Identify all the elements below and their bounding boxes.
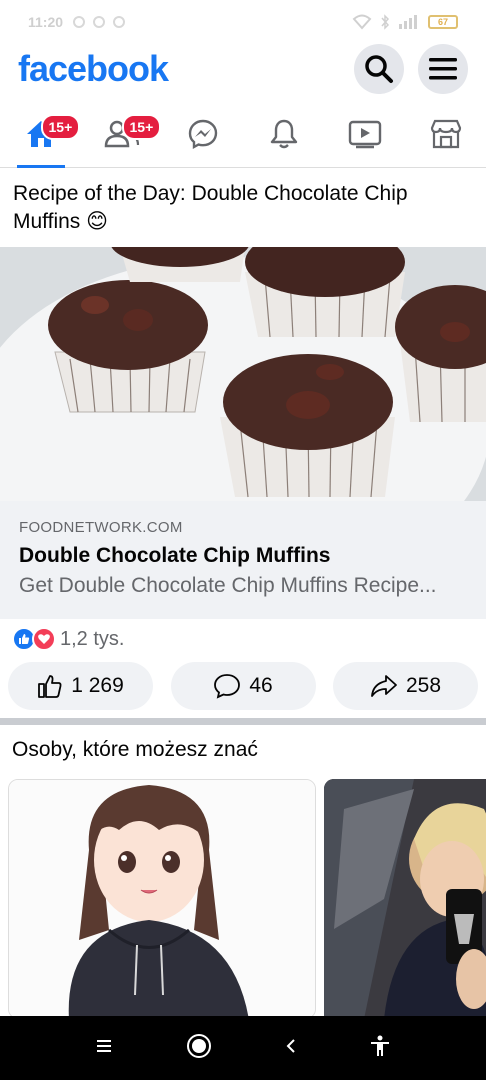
post-actions: 1 269 46 258: [8, 662, 478, 710]
post-text: Recipe of the Day: Double Chocolate Chip…: [13, 182, 408, 233]
signal-icon: [399, 15, 417, 29]
like-count: 1 269: [71, 674, 124, 697]
comment-count: 46: [249, 674, 273, 697]
like-button[interactable]: 1 269: [8, 662, 153, 710]
notification-status-icon: [93, 16, 106, 28]
system-navigation-bar: [0, 1016, 486, 1080]
pymk-card-2[interactable]: [324, 779, 486, 1019]
tab-notifications[interactable]: [254, 104, 314, 164]
status-time: 11:20: [28, 14, 64, 30]
link-preview[interactable]: FOODNETWORK.COM Double Chocolate Chip Mu…: [0, 501, 486, 619]
reaction-icons: [12, 627, 56, 651]
feed-separator: [0, 718, 486, 725]
header-buttons: [354, 44, 468, 94]
facebook-logo[interactable]: facebook: [18, 48, 169, 90]
video-icon: [348, 120, 381, 148]
link-domain: FOODNETWORK.COM: [19, 519, 183, 536]
back-button[interactable]: [285, 1038, 297, 1059]
search-button[interactable]: [354, 44, 404, 94]
thumbs-up-icon: [38, 675, 62, 698]
share-count: 258: [405, 674, 442, 697]
reactions-count: 1,2 tys.: [60, 627, 125, 650]
wifi-icon: [352, 14, 372, 30]
share-icon: [371, 675, 397, 697]
back-chevron-icon: [286, 1038, 295, 1053]
status-right-icons: 67: [352, 14, 458, 30]
share-button[interactable]: 258: [333, 662, 478, 710]
menu-lines-icon: [96, 1039, 111, 1052]
battery-icon: 67: [428, 15, 458, 29]
top-nav-tabs: 15+ 15+: [0, 100, 486, 168]
muffins-photo: [0, 247, 486, 501]
home-circle-icon: [186, 1033, 211, 1058]
hamburger-menu-icon: [429, 58, 457, 80]
tab-friends[interactable]: 15+: [92, 104, 162, 164]
love-reaction-icon: [32, 627, 56, 651]
bell-icon: [270, 119, 297, 148]
pymk-title: Osoby, które możesz znać: [12, 738, 258, 761]
app-header: facebook: [0, 44, 486, 94]
notification-status-icon-2: [113, 16, 126, 28]
status-bar: 11:20 67: [0, 0, 486, 44]
link-title: Double Chocolate Chip Muffins: [19, 544, 331, 567]
profile-picture-anime: [9, 780, 315, 1018]
tab-messenger[interactable]: [173, 104, 233, 164]
friends-notification-badge: 15+: [121, 113, 162, 140]
tab-home[interactable]: 15+: [11, 104, 81, 168]
reactions-summary[interactable]: 1,2 tys.: [12, 624, 124, 654]
post-link-image[interactable]: [0, 247, 486, 501]
messenger-icon: [188, 119, 217, 149]
home-system-button[interactable]: [186, 1033, 212, 1064]
pymk-card[interactable]: [8, 779, 316, 1019]
comment-button[interactable]: 46: [170, 662, 316, 710]
home-notification-badge: 15+: [40, 113, 81, 140]
status-notification-icons: [73, 16, 126, 28]
comment-icon: [214, 674, 241, 699]
settings-status-icon: [73, 16, 86, 28]
accessibility-button[interactable]: [370, 1035, 390, 1062]
accessibility-icon: [370, 1035, 389, 1056]
battery-level: 67: [437, 17, 448, 27]
menu-button[interactable]: [418, 44, 468, 94]
bluetooth-icon: [381, 14, 390, 30]
marketplace-icon: [430, 119, 461, 148]
link-description: Get Double Chocolate Chip Muffins Recipe…: [19, 574, 437, 597]
tab-marketplace[interactable]: [416, 104, 476, 164]
profile-picture-selfie: [324, 779, 486, 1019]
recent-apps-button[interactable]: [96, 1039, 113, 1058]
search-icon: [365, 55, 393, 83]
tab-watch[interactable]: [335, 104, 395, 164]
